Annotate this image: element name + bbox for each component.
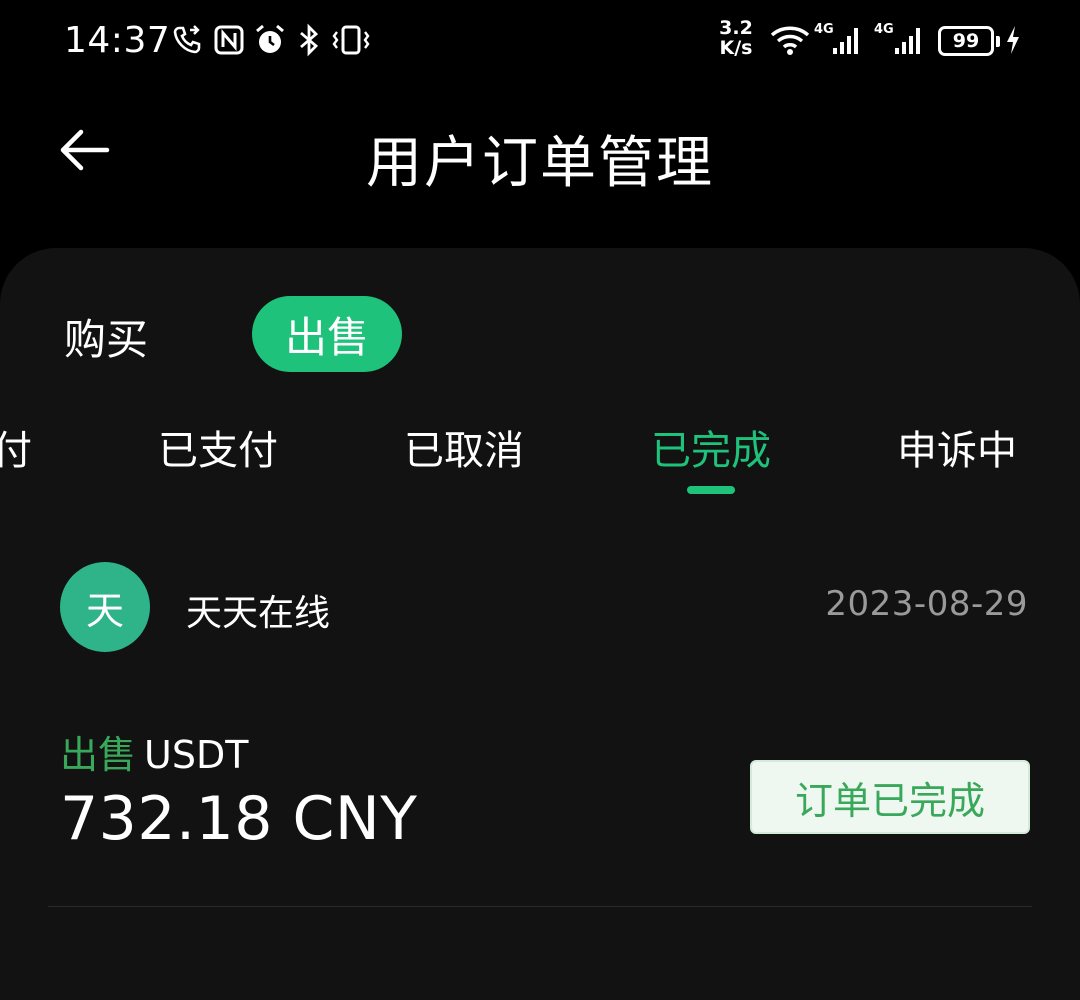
page-title: 用户订单管理 [366,131,714,196]
trade-type-tabs: 购买 出售 [0,248,1080,388]
tab-status-paid[interactable]: 已支付 [158,418,278,476]
status-bar: 14:37 3.2 K/s 4G 4G 99 [0,0,1080,84]
vibrate-icon [330,22,372,58]
signal-icon [892,22,926,58]
active-tab-indicator [687,486,735,494]
bluetooth-icon [296,22,322,58]
order-status-tabs: 付 已支付 已取消 已完成 申诉中 [0,408,1080,508]
alarm-icon [253,22,287,58]
status-time: 14:37 [64,20,171,61]
network-speed-unit: K/s [719,37,753,59]
tab-status-cancelled[interactable]: 已取消 [404,418,524,476]
tab-buy[interactable]: 购买 [64,300,148,372]
tab-status-unpaid[interactable]: 付 [0,418,32,476]
nfc-icon [212,22,246,58]
merchant-name: 天天在线 [186,593,331,634]
tab-status-appeal[interactable]: 申诉中 [897,418,1017,476]
asset-name: USDT [144,733,249,777]
battery-indicator: 99 [938,26,1000,56]
trade-type: 出售 [60,733,137,777]
network-speed-value: 3.2 [719,17,753,39]
signal-label-2: 4G [874,22,894,37]
charging-icon [1002,22,1024,58]
order-amount: 732.18 CNY [60,784,418,854]
call-forward-icon [170,22,204,58]
order-date: 2023-08-29 [825,584,1028,624]
app-header: 用户订单管理 [0,100,1080,200]
status-badge[interactable]: 订单已完成 [750,760,1030,834]
content-sheet: 购买 出售 付 已支付 已取消 已完成 申诉中 天 天天在线 2023-08-2… [0,248,1080,1000]
avatar: 天 [60,562,150,652]
wifi-icon [768,22,812,58]
tab-status-completed[interactable]: 已完成 [651,418,771,476]
trade-summary: 出售 USDT [60,724,248,779]
divider [48,906,1032,907]
tab-sell[interactable]: 出售 [252,296,402,372]
signal-icon [830,22,864,58]
list-item[interactable]: 天 天天在线 2023-08-29 出售 USDT 732.18 CNY 订单已完… [48,540,1032,908]
network-speed: 3.2 K/s [716,18,756,58]
